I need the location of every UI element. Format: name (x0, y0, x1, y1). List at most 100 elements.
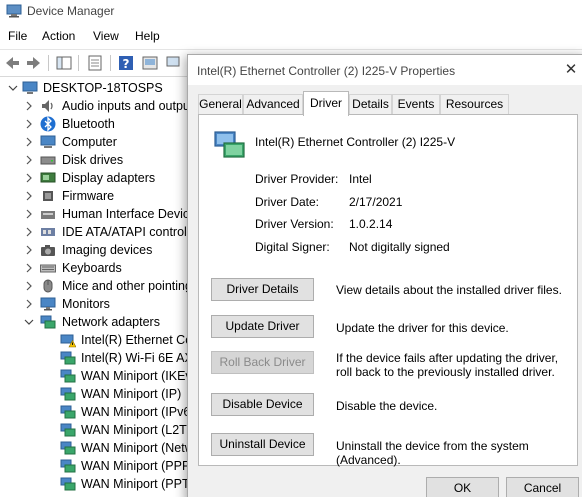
device-tree: DESKTOP-18TOSPS Audio inputs and outputs… (0, 76, 200, 497)
network-adapter-icon (60, 459, 76, 473)
chevron-right-icon[interactable] (24, 226, 34, 238)
device-manager-icon (6, 4, 22, 18)
tree-item-bluetooth[interactable]: Bluetooth (0, 115, 200, 133)
device-name: Intel(R) Ethernet Controller (2) I225-V (255, 135, 456, 149)
tree-item-label: Firmware (62, 189, 115, 203)
digital-signer-label: Digital Signer: (255, 240, 330, 254)
tab-general[interactable]: General (198, 94, 243, 115)
tree-item-monitors[interactable]: Monitors (0, 295, 200, 313)
chevron-right-icon[interactable] (24, 154, 34, 166)
chevron-down-icon[interactable] (8, 82, 18, 94)
tab-resources[interactable]: Resources (440, 94, 509, 115)
tree-item-label: WAN Miniport (Network Monitor) (81, 441, 200, 455)
tree-item-label: Audio inputs and outputs (62, 99, 200, 113)
disable-device-button[interactable]: Disable Device (211, 393, 314, 416)
update-view-icon[interactable] (140, 53, 160, 73)
tree-item-audio[interactable]: Audio inputs and outputs (0, 97, 200, 115)
network-adapter-icon (60, 369, 76, 383)
tree-item-wan-netmon[interactable]: WAN Miniport (Network Monitor) (0, 439, 200, 457)
menu-file[interactable]: File (8, 29, 27, 43)
digital-signer-value: Not digitally signed (349, 240, 450, 254)
properties-icon[interactable] (85, 53, 105, 73)
cancel-button[interactable]: Cancel (506, 477, 579, 497)
update-driver-desc: Update the driver for this device. (336, 321, 509, 335)
scan-hardware-icon[interactable] (164, 53, 184, 73)
tree-item-wifi[interactable]: Intel(R) Wi-Fi 6E AX210 (0, 349, 200, 367)
network-adapter-icon (60, 405, 76, 419)
chevron-right-icon[interactable] (24, 118, 34, 130)
driver-date-label: Driver Date: (255, 195, 320, 209)
tree-item-label: Keyboards (62, 261, 122, 275)
chevron-right-icon[interactable] (24, 136, 34, 148)
tree-item-label: Display adapters (62, 171, 156, 185)
roll-back-driver-button[interactable]: Roll Back Driver (211, 351, 314, 374)
tree-item-wan-pppoe[interactable]: WAN Miniport (PPPOE) (0, 457, 200, 475)
tree-item-wan-ip[interactable]: WAN Miniport (IP) (0, 385, 200, 403)
tab-driver[interactable]: Driver (303, 91, 349, 116)
tree-item-network-adapters[interactable]: Network adapters (0, 313, 200, 331)
chevron-right-icon[interactable] (24, 262, 34, 274)
help-icon[interactable]: ? (116, 53, 136, 73)
svg-text:?: ? (123, 57, 130, 71)
chevron-right-icon[interactable] (24, 298, 34, 310)
tree-item-label: Imaging devices (62, 243, 153, 257)
tree-item-firmware[interactable]: Firmware (0, 187, 200, 205)
tree-item-imaging[interactable]: Imaging devices (0, 241, 200, 259)
chevron-down-icon[interactable] (24, 316, 34, 328)
menu-view[interactable]: View (93, 29, 119, 43)
monitor-icon (40, 297, 56, 311)
driver-provider-label: Driver Provider: (255, 172, 339, 186)
tree-item-keyboards[interactable]: Keyboards (0, 259, 200, 277)
tree-item-hid[interactable]: Human Interface Devices (0, 205, 200, 223)
tree-item-ide[interactable]: IDE ATA/ATAPI controllers (0, 223, 200, 241)
menubar: File Action View Help (0, 26, 582, 46)
tree-item-label: Human Interface Devices (62, 207, 200, 221)
tree-item-display-adapters[interactable]: Display adapters (0, 169, 200, 187)
ok-button[interactable]: OK (426, 477, 499, 497)
chevron-right-icon[interactable] (24, 100, 34, 112)
tree-item-wan-l2tp[interactable]: WAN Miniport (L2TP) (0, 421, 200, 439)
tree-item-disk-drives[interactable]: Disk drives (0, 151, 200, 169)
mouse-icon (43, 279, 53, 293)
tree-item-computer[interactable]: Computer (0, 133, 200, 151)
chevron-right-icon[interactable] (24, 244, 34, 256)
chevron-right-icon[interactable] (24, 280, 34, 292)
menu-action[interactable]: Action (42, 29, 75, 43)
show-hide-tree-icon[interactable] (54, 53, 74, 73)
tab-advanced[interactable]: Advanced (243, 94, 303, 115)
driver-version-label: Driver Version: (255, 217, 334, 231)
network-adapter-icon (60, 477, 76, 491)
menu-help[interactable]: Help (135, 29, 160, 43)
tree-item-wan-ipv6[interactable]: WAN Miniport (IPv6) (0, 403, 200, 421)
tree-root[interactable]: DESKTOP-18TOSPS (0, 79, 200, 97)
device-manager-titlebar: Device Manager (0, 0, 582, 24)
network-adapter-icon (60, 423, 76, 437)
network-adapter-icon (60, 441, 76, 455)
chevron-right-icon[interactable] (24, 172, 34, 184)
bluetooth-icon (40, 116, 56, 132)
tree-item-wan-pptp[interactable]: WAN Miniport (PPTP) (0, 475, 200, 493)
tree-item-label: WAN Miniport (PPTP) (81, 477, 200, 491)
uninstall-device-button[interactable]: Uninstall Device (211, 433, 314, 456)
speaker-icon (42, 100, 53, 112)
chevron-right-icon[interactable] (24, 208, 34, 220)
update-driver-button[interactable]: Update Driver (211, 315, 314, 338)
network-adapter-icon (60, 351, 76, 365)
back-arrow-icon[interactable] (2, 53, 22, 73)
chevron-right-icon[interactable] (24, 190, 34, 202)
tab-details[interactable]: Details (349, 94, 392, 115)
roll-back-driver-desc: If the device fails after updating the d… (336, 351, 559, 379)
warning-network-icon (60, 334, 76, 348)
computer-icon (22, 81, 38, 94)
forward-arrow-icon[interactable] (24, 53, 44, 73)
tree-item-wan-ikev2[interactable]: WAN Miniport (IKEv2) (0, 367, 200, 385)
driver-details-button[interactable]: Driver Details (211, 278, 314, 301)
tree-item-mice[interactable]: Mice and other pointing devices (0, 277, 200, 295)
tree-item-label: Monitors (62, 297, 110, 311)
tree-item-label: Mice and other pointing devices (62, 279, 200, 293)
close-icon[interactable]: ✕ (560, 59, 582, 81)
tab-events[interactable]: Events (392, 94, 440, 115)
tree-item-label: WAN Miniport (IP) (81, 387, 182, 401)
tree-item-intel-ethernet[interactable]: Intel(R) Ethernet Controller (2) I225-V (0, 331, 200, 349)
firmware-icon (43, 191, 53, 201)
